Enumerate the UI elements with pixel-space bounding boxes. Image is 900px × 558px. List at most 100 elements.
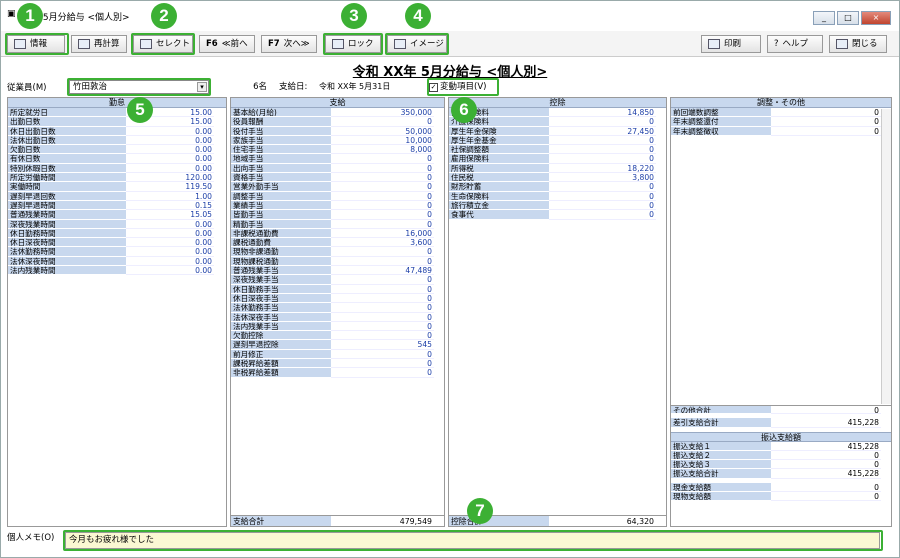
next-button[interactable]: F7 次へ≫ bbox=[261, 35, 317, 53]
list-item[interactable]: 年末調整徴収 0 bbox=[671, 126, 891, 136]
select-button[interactable]: セレクト bbox=[133, 35, 193, 53]
item-value[interactable]: 0 bbox=[771, 127, 881, 136]
list-item[interactable]: 法休出勤日数 0.00 bbox=[8, 135, 226, 146]
list-item[interactable]: 法休勤務時間 0.00 bbox=[8, 247, 226, 257]
item-value[interactable]: 0 bbox=[771, 460, 881, 470]
list-item[interactable]: 休日出勤日数 0.00 bbox=[8, 126, 226, 136]
list-item[interactable]: 財形貯蓄 0 bbox=[449, 182, 666, 192]
item-value[interactable]: 3,600 bbox=[331, 238, 434, 248]
print-button[interactable]: 印刷 bbox=[701, 35, 761, 53]
list-item[interactable]: 社保調整額 0 bbox=[449, 145, 666, 155]
list-item[interactable]: 深夜残業手当 0 bbox=[231, 275, 444, 285]
list-item[interactable]: 非税昇給差額 0 bbox=[231, 368, 444, 378]
list-item[interactable]: 所定労働時間 120.00 bbox=[8, 173, 226, 183]
item-value[interactable]: 0 bbox=[549, 201, 656, 211]
list-item[interactable]: 営業外勤手当 0 bbox=[231, 182, 444, 192]
item-value[interactable]: 415,228 bbox=[771, 442, 881, 451]
item-value[interactable]: 0 bbox=[549, 145, 656, 155]
list-item[interactable]: 雇用保険料 0 bbox=[449, 154, 666, 164]
employee-select[interactable]: 竹田敦治 ▾ bbox=[69, 80, 209, 94]
help-button[interactable]: ? ヘルプ bbox=[767, 35, 823, 53]
item-value[interactable]: 0 bbox=[331, 359, 434, 369]
list-item[interactable]: 特別休暇日数 0.00 bbox=[8, 163, 226, 174]
list-item[interactable]: 法休勤務手当 0 bbox=[231, 303, 444, 313]
close-window-button[interactable]: × bbox=[861, 11, 891, 25]
minimize-button[interactable]: _ bbox=[813, 11, 835, 25]
list-item[interactable]: 健康保険料14,850 bbox=[449, 108, 666, 118]
list-item[interactable]: 法休深夜手当 0 bbox=[231, 312, 444, 322]
list-item[interactable]: 家族手当 10,000 bbox=[231, 135, 444, 146]
list-item[interactable]: 前回端数調整 0 bbox=[671, 108, 891, 118]
list-item[interactable]: 役員報酬 0 bbox=[231, 117, 444, 127]
item-value[interactable]: 16,000 bbox=[331, 229, 434, 239]
item-value[interactable]: 0 bbox=[331, 275, 434, 285]
item-value[interactable]: 0 bbox=[331, 322, 434, 332]
list-item[interactable]: 実働時間 119.50 bbox=[8, 182, 226, 192]
item-value[interactable]: 350,000 bbox=[331, 108, 434, 118]
list-item[interactable]: 年末調整還付 0 bbox=[671, 117, 891, 127]
item-value[interactable]: 15.05 bbox=[126, 210, 214, 220]
lock-button[interactable]: ロック bbox=[325, 35, 381, 53]
item-value[interactable]: 0.00 bbox=[126, 220, 214, 229]
item-value[interactable]: 0 bbox=[331, 303, 434, 313]
list-item[interactable]: 欠勤日数 0.00 bbox=[8, 145, 226, 155]
item-value[interactable]: 0.00 bbox=[126, 136, 214, 146]
list-item[interactable]: 法内残業時間 0.00 bbox=[8, 266, 226, 276]
item-value[interactable]: 120.00 bbox=[126, 173, 214, 183]
list-item[interactable]: 遅刻早退回数 1.00 bbox=[8, 191, 226, 201]
list-item[interactable]: 課税通勤費 3,600 bbox=[231, 238, 444, 248]
item-value[interactable]: 0 bbox=[331, 182, 434, 192]
list-item[interactable]: 遅刻早退時間 0.15 bbox=[8, 200, 226, 211]
list-item[interactable]: 厚生年金保険 27,450 bbox=[449, 126, 666, 136]
item-value[interactable]: 0 bbox=[331, 192, 434, 201]
prev-button[interactable]: F6 ≪前へ bbox=[199, 35, 255, 53]
item-value[interactable]: 0.00 bbox=[126, 154, 214, 164]
maximize-button[interactable]: □ bbox=[837, 11, 859, 25]
item-value[interactable]: 0 bbox=[549, 117, 656, 127]
list-item[interactable]: 住民税 3,800 bbox=[449, 173, 666, 183]
list-item[interactable]: 休日勤務時間 0.00 bbox=[8, 228, 226, 239]
list-item[interactable]: 休日深夜手当 0 bbox=[231, 293, 444, 304]
list-item[interactable]: 普通残業手当 47,489 bbox=[231, 266, 444, 276]
item-value[interactable]: 0 bbox=[771, 451, 881, 461]
item-value[interactable]: 0.00 bbox=[126, 266, 214, 276]
list-item[interactable]: 非課税通勤費 16,000 bbox=[231, 228, 444, 239]
list-item[interactable]: 振込支給３ 0 bbox=[671, 460, 891, 470]
item-value[interactable]: 50,000 bbox=[331, 127, 434, 136]
item-value[interactable]: 0.15 bbox=[126, 201, 214, 211]
item-value[interactable]: 10,000 bbox=[331, 136, 434, 146]
item-value[interactable]: 3,800 bbox=[549, 173, 656, 183]
item-value[interactable]: 0 bbox=[771, 108, 881, 118]
list-item[interactable]: 法内残業手当 0 bbox=[231, 321, 444, 332]
list-item[interactable]: 現物非課通勤 0 bbox=[231, 247, 444, 257]
item-value[interactable]: 18,220 bbox=[549, 164, 656, 174]
item-value[interactable]: 47,489 bbox=[331, 266, 434, 276]
item-value[interactable]: 1.00 bbox=[126, 192, 214, 201]
list-item[interactable]: 休日深夜時間 0.00 bbox=[8, 238, 226, 248]
list-item[interactable]: 振込支給２ 0 bbox=[671, 450, 891, 461]
list-item[interactable]: 出向手当 0 bbox=[231, 163, 444, 174]
item-value[interactable]: 0 bbox=[549, 192, 656, 201]
item-value[interactable]: 0 bbox=[549, 182, 656, 192]
item-value[interactable]: 0.00 bbox=[126, 247, 214, 257]
list-item[interactable]: 生命保険料 0 bbox=[449, 191, 666, 201]
item-value[interactable]: 0 bbox=[331, 368, 434, 378]
item-value[interactable]: 0.00 bbox=[126, 257, 214, 267]
list-item[interactable]: 地域手当 0 bbox=[231, 154, 444, 164]
list-item[interactable]: 役付手当 50,000 bbox=[231, 126, 444, 136]
list-item[interactable]: 所得税 18,220 bbox=[449, 163, 666, 174]
item-value[interactable]: 0 bbox=[549, 136, 656, 146]
list-item[interactable]: 普通残業時間 15.05 bbox=[8, 210, 226, 220]
list-item[interactable]: 旅行積立金 0 bbox=[449, 200, 666, 211]
list-item[interactable]: 所定就労日 15.00 bbox=[8, 108, 226, 118]
list-item[interactable]: 振込支給合計 415,228 bbox=[671, 469, 891, 479]
list-item[interactable]: 食事代 0 bbox=[449, 210, 666, 220]
info-button[interactable]: 情報 bbox=[7, 35, 65, 53]
list-item[interactable]: 遅刻早退控除 545 bbox=[231, 340, 444, 350]
item-value[interactable]: 0 bbox=[331, 220, 434, 229]
list-item[interactable]: 課税昇給差額 0 bbox=[231, 359, 444, 369]
item-value[interactable]: 0 bbox=[549, 210, 656, 220]
item-value[interactable]: 0 bbox=[771, 117, 881, 127]
item-value[interactable]: 0 bbox=[331, 350, 434, 360]
list-item[interactable]: 厚生年金基金 0 bbox=[449, 135, 666, 146]
